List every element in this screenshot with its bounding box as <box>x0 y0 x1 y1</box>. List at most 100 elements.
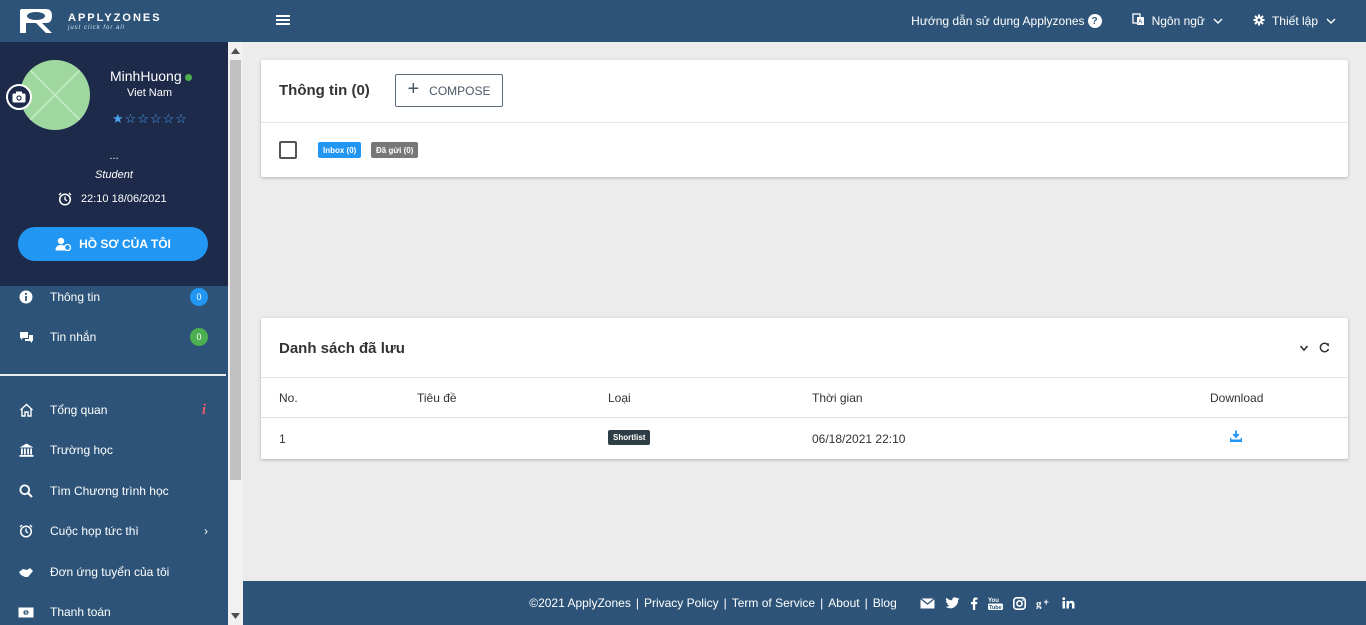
messages-card: Thông tin (0) + COMPOSE Inbox (0) Đã gửi… <box>261 60 1348 177</box>
sidebar-item-label: Tìm Chương trình học <box>50 484 169 498</box>
card-divider <box>261 122 1348 123</box>
profile-ellipsis: ... <box>109 150 119 162</box>
search-icon <box>18 483 34 499</box>
refresh-icon[interactable] <box>1319 342 1330 353</box>
sidebar-divider <box>0 374 226 376</box>
sidebar-item-label: Thanh toán <box>50 605 111 619</box>
facebook-icon[interactable] <box>970 597 978 610</box>
column-header-title: Tiêu đề <box>417 391 457 405</box>
inbox-filter-tab[interactable]: Inbox (0) <box>318 142 362 158</box>
messages-title: Thông tin (0) <box>279 82 370 99</box>
linkedin-icon[interactable] <box>1062 597 1075 609</box>
message-badge: 0 <box>190 328 208 346</box>
sidebar-item-payment[interactable]: $ Thanh toán <box>0 594 226 625</box>
youtube-icon[interactable]: You Tube <box>987 596 1003 610</box>
sidebar-item-instant-meeting[interactable]: Cuộc họp tức thì › <box>0 513 226 549</box>
language-label: Ngôn ngữ <box>1151 14 1205 28</box>
profile-country: Viet Nam <box>127 87 173 99</box>
info-marker-icon: i <box>201 401 206 418</box>
download-icon[interactable] <box>1229 430 1243 445</box>
chevron-down-icon <box>1326 18 1336 24</box>
google-plus-icon[interactable]: g + <box>1036 597 1052 609</box>
scroll-up-arrow-icon[interactable] <box>231 48 240 54</box>
rating-stars: ★☆☆☆☆☆ <box>112 111 188 126</box>
compose-button[interactable]: + COMPOSE <box>395 74 503 107</box>
sent-filter-tab[interactable]: Đã gửi (0) <box>371 142 419 158</box>
sidebar-item-label: Tổng quan <box>50 403 108 417</box>
terms-of-service-link[interactable]: Term of Service <box>732 596 815 610</box>
row-number: 1 <box>279 432 286 446</box>
footer-separator: | <box>864 596 868 610</box>
sidebar-item-overview[interactable]: Tổng quan i <box>0 392 226 428</box>
sidebar-scrollbar[interactable] <box>228 42 243 625</box>
profile-name-text: MinhHuong <box>110 68 182 84</box>
profile-name: MinhHuong <box>110 68 192 84</box>
svg-text:g: g <box>1036 598 1042 609</box>
column-header-no: No. <box>279 391 298 405</box>
type-badge: Shortlist <box>608 430 651 445</box>
select-all-checkbox[interactable] <box>279 141 297 159</box>
column-header-time: Thời gian <box>812 391 863 405</box>
sidebar-item-label: Tin nhắn <box>50 330 97 344</box>
footer-separator: | <box>635 596 639 610</box>
logo[interactable]: APPLYZONES just click for all <box>16 6 162 36</box>
social-links: You Tube g + <box>915 596 1080 610</box>
guide-link[interactable]: Hướng dẫn sử dụng Applyzones ? <box>911 14 1102 28</box>
chat-bubbles-icon <box>18 329 34 345</box>
footer-separator: | <box>820 596 824 610</box>
camera-icon[interactable] <box>6 84 32 110</box>
university-icon <box>18 442 34 458</box>
guide-label: Hướng dẫn sử dụng Applyzones <box>911 14 1085 28</box>
scroll-down-arrow-icon[interactable] <box>231 613 240 619</box>
home-icon <box>18 402 34 418</box>
notification-badge: 0 <box>190 288 208 306</box>
plus-icon: + <box>407 78 420 100</box>
settings-dropdown[interactable]: Thiết lập <box>1253 14 1336 29</box>
about-link[interactable]: About <box>828 596 859 610</box>
sidebar-item-schools[interactable]: Trường học <box>0 432 226 468</box>
profile-panel: MinhHuong Viet Nam ★☆☆☆☆☆ ... Student 22… <box>0 42 228 286</box>
sidebar: MinhHuong Viet Nam ★☆☆☆☆☆ ... Student 22… <box>0 42 228 625</box>
column-header-type: Loại <box>608 391 631 405</box>
gear-icon <box>1253 14 1265 29</box>
alarm-clock-icon <box>18 523 34 539</box>
scrollbar-thumb[interactable] <box>230 60 241 480</box>
chevron-down-icon <box>1213 18 1223 24</box>
alarm-clock-icon <box>58 192 72 206</box>
twitter-icon[interactable] <box>945 597 960 609</box>
help-icon: ? <box>1087 14 1102 28</box>
profile-datetime-text: 22:10 18/06/2021 <box>81 193 167 205</box>
logo-tagline: just click for all <box>68 24 126 31</box>
sidebar-item-info[interactable]: Thông tin 0 <box>0 279 226 315</box>
settings-label: Thiết lập <box>1271 14 1318 28</box>
my-profile-button[interactable]: HỒ SƠ CỦA TÔI <box>18 227 208 261</box>
info-icon <box>18 289 34 305</box>
sidebar-item-find-programs[interactable]: Tìm Chương trình học <box>0 473 226 509</box>
instagram-icon[interactable] <box>1012 596 1026 610</box>
collapse-chevron-icon[interactable] <box>1299 343 1309 353</box>
compose-label: COMPOSE <box>429 83 491 98</box>
chevron-right-icon: › <box>204 524 208 538</box>
online-status-icon <box>184 73 192 81</box>
menu-toggle-icon[interactable] <box>276 15 290 27</box>
sidebar-item-label: Cuộc họp tức thì <box>50 524 139 538</box>
footer-separator: | <box>723 596 727 610</box>
handshake-icon <box>18 564 34 580</box>
my-profile-label: HỒ SƠ CỦA TÔI <box>79 237 171 251</box>
svg-text:+: + <box>1043 597 1048 607</box>
logo-name: APPLYZONES <box>68 11 162 24</box>
email-icon[interactable] <box>919 597 935 609</box>
sidebar-item-my-applications[interactable]: Đơn ứng tuyển của tôi <box>0 554 226 590</box>
row-time: 06/18/2021 22:10 <box>812 432 906 446</box>
copyright: ©2021 ApplyZones <box>529 596 631 610</box>
sidebar-item-label: Trường học <box>50 443 113 457</box>
language-dropdown[interactable]: A Ngôn ngữ <box>1131 13 1223 29</box>
svg-text:You: You <box>988 598 999 604</box>
saved-list-card: Danh sách đã lưu No. Tiêu đề Loại Thời g… <box>261 318 1348 459</box>
svg-text:A: A <box>1138 20 1142 26</box>
footer: ©2021 ApplyZones | Privacy Policy | Term… <box>243 581 1366 625</box>
profile-datetime: 22:10 18/06/2021 <box>58 192 167 206</box>
privacy-policy-link[interactable]: Privacy Policy <box>644 596 719 610</box>
sidebar-item-messages[interactable]: Tin nhắn 0 <box>0 319 226 355</box>
blog-link[interactable]: Blog <box>873 596 897 610</box>
